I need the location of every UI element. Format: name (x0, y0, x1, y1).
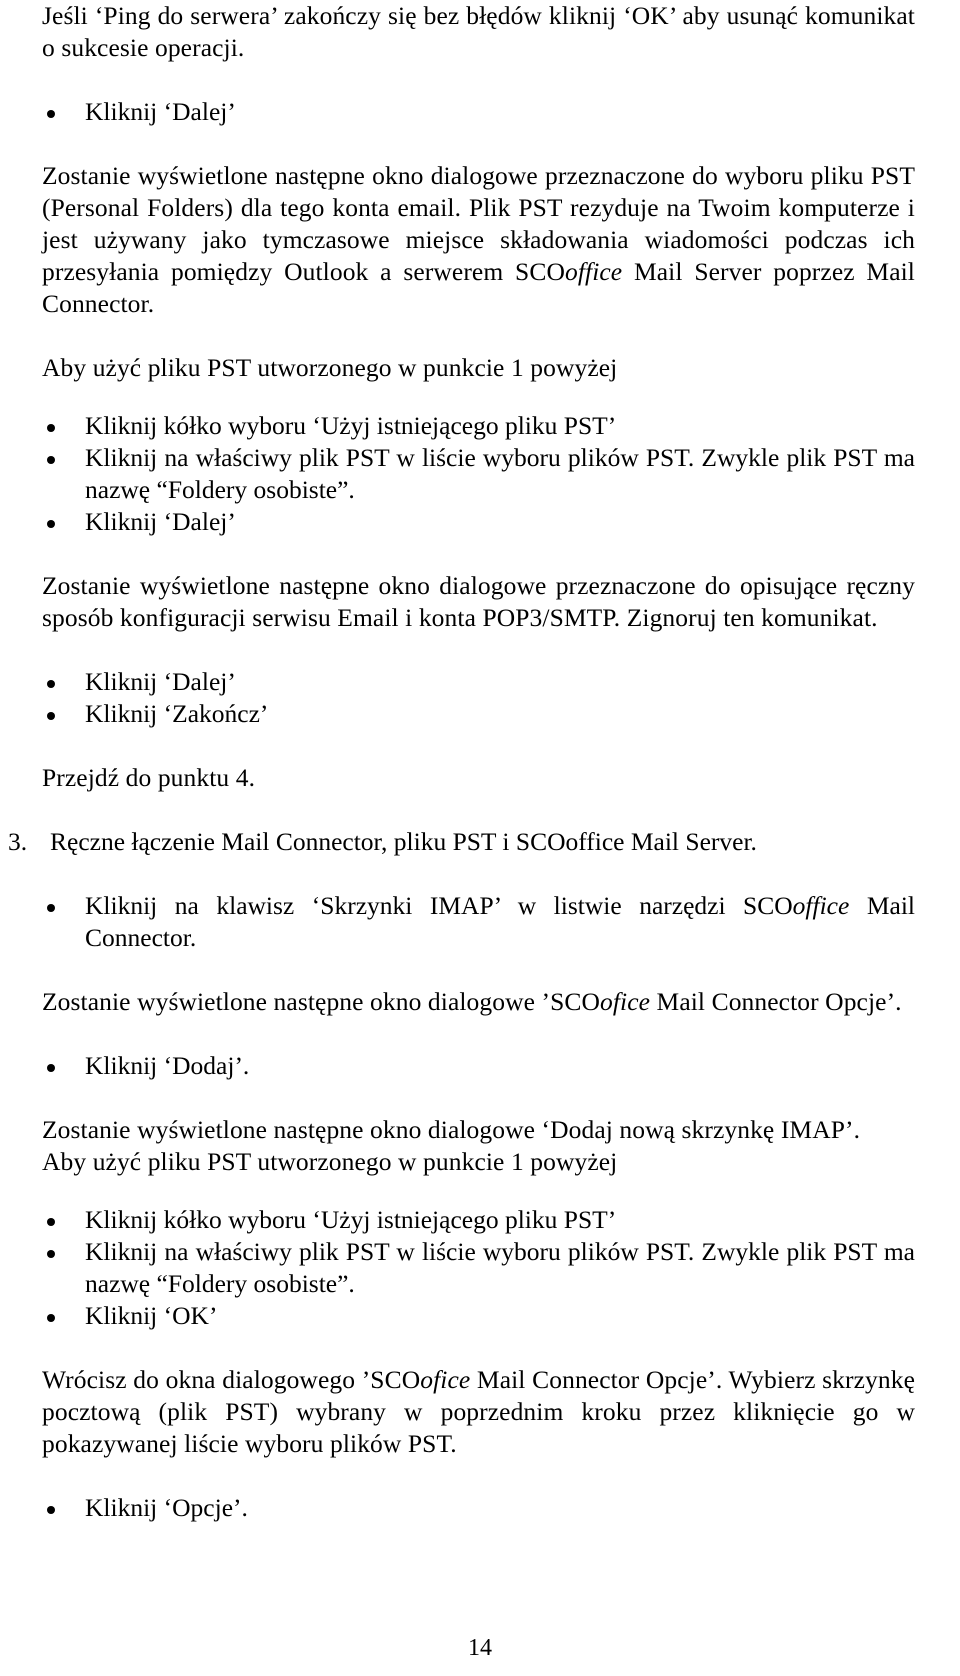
paragraph-wrocisz-italic: ofice (420, 1365, 471, 1394)
list-item-kliknij-dodaj: Kliknij ‘Dodaj’. (42, 1050, 915, 1082)
paragraph-opcje-italic: ofice (600, 987, 651, 1016)
paragraph-ping-intro: Jeśli ‘Ping do serwera’ zakończy się bez… (42, 1, 915, 62)
bullet-list-opcje: Kliknij ‘Opcje’. (42, 1492, 915, 1524)
bullet-list-next-1: Kliknij ‘Dalej’ (42, 96, 915, 128)
bullet-list-pst-selection-2: Kliknij kółko wyboru ‘Użyj istniejącego … (42, 1204, 915, 1332)
page-number: 14 (468, 1635, 492, 1661)
bullet-list-pst-selection-1: Kliknij kółko wyboru ‘Użyj istniejącego … (42, 410, 915, 538)
paragraph-aby-uzyc-1: Aby użyć pliku PST utworzonego w punkcie… (42, 353, 618, 382)
list-item-kliknij-opcje: Kliknij ‘Opcje’. (42, 1492, 915, 1524)
bullet-list-dodaj: Kliknij ‘Dodaj’. (42, 1050, 915, 1082)
paragraph-pst-dialog: Zostanie wyświetlone następne okno dialo… (42, 160, 915, 320)
paragraph-connector-opcje-dialog: Zostanie wyświetlone następne okno dialo… (42, 986, 915, 1018)
paragraph-pop3-smtp: Zostanie wyświetlone następne okno dialo… (42, 571, 915, 632)
list-item-kliknij-wlasciwy-1: Kliknij na właściwy plik PST w liście wy… (42, 442, 915, 506)
paragraph-wrocisz-do-okna: Wrócisz do okna dialogowego ’SCOofice Ma… (42, 1364, 915, 1460)
paragraph-przejdz-do-punktu: Przejdź do punktu 4. (42, 763, 256, 792)
list-item-kliknij-kolko-1: Kliknij kółko wyboru ‘Użyj istniejącego … (42, 410, 915, 442)
list-item-skrzynki-italic: office (792, 891, 850, 920)
paragraph-pst-dialog-italic: office (564, 257, 623, 286)
paragraph-aby-uzyc-2: Aby użyć pliku PST utworzonego w punkcie… (42, 1147, 618, 1176)
list-item-kliknij-skrzynki-imap: Kliknij na klawisz ‘Skrzynki IMAP’ w lis… (42, 890, 915, 954)
numbered-item-3-text: Ręczne łączenie Mail Connector, pliku PS… (50, 827, 757, 856)
paragraph-wrocisz-part1: Wrócisz do okna dialogowego ’SCO (42, 1365, 421, 1394)
list-item-kliknij-dalej-2: Kliknij ‘Dalej’ (42, 506, 915, 538)
list-item-kliknij-kolko-2: Kliknij kółko wyboru ‘Użyj istniejącego … (42, 1204, 915, 1236)
list-item-kliknij-wlasciwy-2: Kliknij na właściwy plik PST w liście wy… (42, 1236, 915, 1300)
paragraph-dodaj-nowa-skrzynke: Zostanie wyświetlone następne okno dialo… (42, 1115, 861, 1144)
document-page: Jeśli ‘Ping do serwera’ zakończy się bez… (0, 0, 960, 1676)
list-item-kliknij-dalej-1: Kliknij ‘Dalej’ (42, 96, 915, 128)
list-item-skrzynki-part1: Kliknij na klawisz ‘Skrzynki IMAP’ w lis… (85, 891, 793, 920)
list-item-kliknij-ok: Kliknij ‘OK’ (42, 1300, 915, 1332)
bullet-list-skrzynki-imap: Kliknij na klawisz ‘Skrzynki IMAP’ w lis… (42, 890, 915, 954)
list-item-kliknij-zakoncz: Kliknij ‘Zakończ’ (42, 698, 915, 730)
paragraph-opcje-part1: Zostanie wyświetlone następne okno dialo… (42, 987, 601, 1016)
paragraph-opcje-part2: Mail Connector Opcje’. (650, 987, 902, 1016)
list-item-kliknij-dalej-3: Kliknij ‘Dalej’ (42, 666, 915, 698)
numbered-item-3-number: 3. (8, 827, 28, 856)
bullet-list-finish: Kliknij ‘Dalej’ Kliknij ‘Zakończ’ (42, 666, 915, 730)
numbered-item-3: 3. Ręczne łączenie Mail Connector, pliku… (8, 826, 915, 858)
